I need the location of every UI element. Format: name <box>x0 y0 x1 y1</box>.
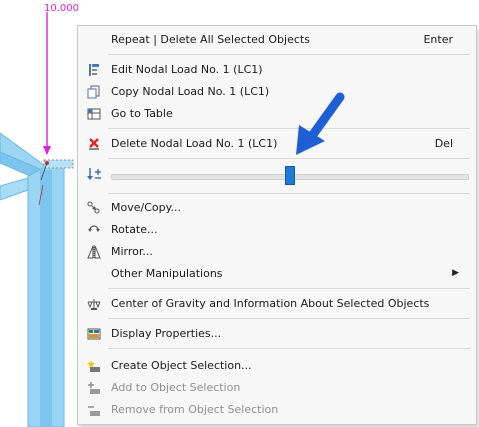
create-selection-icon <box>86 358 102 374</box>
menu-item-display-properties[interactable]: Display Properties... <box>79 323 475 345</box>
menu-item-rotate[interactable]: Rotate... <box>79 219 475 241</box>
separator <box>108 193 470 194</box>
menu-item-other-manipulations[interactable]: Other Manipulations ▶ <box>79 263 475 285</box>
diagonal-beam[interactable] <box>0 177 29 201</box>
remove-selection-icon <box>86 402 102 418</box>
menu-item-mirror[interactable]: Mirror... <box>79 241 475 263</box>
nodal-load-arrowhead <box>43 146 51 155</box>
menu-item-remove-from-selection[interactable]: Remove from Object Selection <box>79 399 475 421</box>
menu-item-move-copy[interactable]: Move/Copy... <box>79 197 475 219</box>
menu-item-edit-load[interactable]: Edit Nodal Load No. 1 (LC1) <box>79 59 475 81</box>
menu-item-copy-load[interactable]: Copy Nodal Load No. 1 (LC1) <box>79 81 475 103</box>
menu-item-delete-load[interactable]: Delete Nodal Load No. 1 (LC1) Del <box>79 133 475 155</box>
edit-load-icon <box>86 62 102 78</box>
load-value-label: 10.000 <box>44 3 79 14</box>
add-selection-icon <box>86 380 102 396</box>
display-properties-icon <box>86 326 102 342</box>
menu-item-create-selection[interactable]: Create Object Selection... <box>79 355 475 377</box>
separator <box>108 128 470 129</box>
load-scale-slider-thumb[interactable] <box>285 166 295 185</box>
separator <box>108 54 470 55</box>
column-side <box>40 170 52 427</box>
mirror-icon <box>86 244 102 260</box>
separator <box>108 288 470 289</box>
context-menu: Repeat | Delete All Selected Objects Ent… <box>77 25 477 425</box>
separator <box>108 158 470 159</box>
separator <box>108 318 470 319</box>
load-magnitude-icon <box>86 166 102 182</box>
menu-item-repeat-delete[interactable]: Repeat | Delete All Selected Objects Ent… <box>79 29 475 51</box>
rotate-icon <box>86 222 102 238</box>
center-of-gravity-icon <box>86 296 102 312</box>
delete-icon <box>86 136 102 152</box>
copy-load-icon <box>86 84 102 100</box>
menu-item-add-to-selection[interactable]: Add to Object Selection <box>79 377 475 399</box>
table-icon <box>86 106 102 122</box>
menu-item-center-of-gravity[interactable]: Center of Gravity and Information About … <box>79 293 475 315</box>
submenu-arrow-icon: ▶ <box>452 268 459 278</box>
separator <box>108 348 470 349</box>
move-copy-icon <box>86 200 102 216</box>
menu-item-go-to-table[interactable]: Go to Table <box>79 103 475 125</box>
